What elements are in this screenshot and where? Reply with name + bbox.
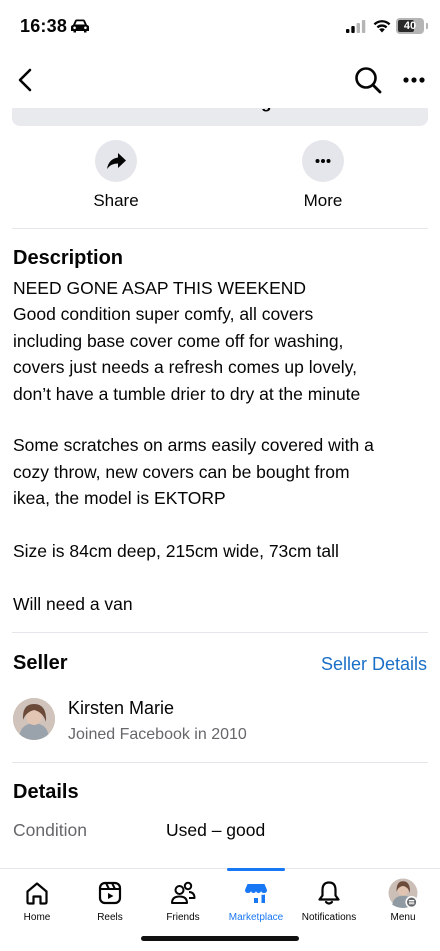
tab-menu[interactable]: Menu bbox=[366, 869, 440, 931]
share-arrow-icon bbox=[95, 140, 137, 182]
more-button[interactable]: More bbox=[278, 140, 368, 211]
share-button[interactable]: Share bbox=[71, 140, 161, 211]
description-line: NEED GONE ASAP THIS WEEKEND bbox=[13, 278, 307, 298]
divider bbox=[12, 632, 428, 633]
cellular-signal-icon bbox=[346, 20, 366, 33]
tab-marketplace-label: Marketplace bbox=[228, 912, 284, 923]
tab-marketplace[interactable]: Marketplace bbox=[219, 868, 293, 931]
tab-reels[interactable]: Reels bbox=[73, 869, 147, 931]
divider bbox=[12, 228, 428, 229]
description-line: Some scratches on arms easily covered wi… bbox=[13, 435, 374, 455]
search-icon[interactable] bbox=[352, 64, 384, 96]
seller-avatar[interactable] bbox=[13, 698, 55, 740]
more-label: More bbox=[303, 191, 343, 210]
active-tab-indicator bbox=[227, 868, 285, 871]
tab-reels-label: Reels bbox=[97, 912, 123, 923]
condition-label: Condition bbox=[13, 820, 87, 840]
description-line: ikea, the model is EKTORP bbox=[13, 488, 226, 508]
marketplace-icon bbox=[245, 884, 267, 903]
car-icon bbox=[71, 19, 89, 33]
friends-icon bbox=[171, 881, 196, 904]
condition-value: Used – good bbox=[166, 820, 266, 840]
tab-home[interactable]: Home bbox=[0, 869, 74, 931]
wifi-icon bbox=[373, 20, 391, 33]
ellipsis-icon bbox=[302, 140, 344, 182]
status-time: 16:38 bbox=[20, 16, 68, 36]
battery-icon: 40 bbox=[396, 18, 424, 34]
tab-friends-label: Friends bbox=[166, 912, 200, 923]
description-line: covers just needs a refresh comes up lov… bbox=[13, 357, 358, 377]
seller-name[interactable]: Kirsten Marie bbox=[68, 698, 174, 719]
share-label: Share bbox=[93, 191, 139, 210]
seller-joined-date: Joined Facebook in 2010 bbox=[68, 726, 247, 743]
status-bar: 16:38 40 bbox=[0, 0, 440, 52]
home-indicator[interactable] bbox=[141, 936, 299, 941]
description-line: including base cover come off for washin… bbox=[13, 331, 344, 351]
back-arrow-icon[interactable] bbox=[10, 64, 42, 96]
profile-avatar-icon bbox=[388, 878, 418, 908]
home-icon bbox=[26, 882, 48, 905]
tab-menu-label: Menu bbox=[390, 912, 416, 923]
battery-level: 40 bbox=[403, 20, 417, 32]
description-line: Size is 84cm deep, 215cm wide, 73cm tall bbox=[13, 541, 339, 561]
more-options-icon[interactable] bbox=[398, 64, 430, 96]
divider bbox=[12, 762, 428, 763]
tab-home-label: Home bbox=[23, 912, 51, 923]
top-nav bbox=[0, 52, 440, 108]
seller-title: Seller bbox=[13, 652, 68, 674]
description-line: cozy throw, new covers can be bought fro… bbox=[13, 462, 350, 482]
description-line: don’t have a tumble drier to dry at the … bbox=[13, 384, 361, 404]
bell-icon bbox=[318, 881, 340, 905]
reels-icon bbox=[98, 881, 122, 905]
tab-friends[interactable]: Friends bbox=[146, 869, 220, 931]
tab-notifications[interactable]: Notifications bbox=[292, 869, 366, 931]
tab-notifications-label: Notifications bbox=[301, 912, 357, 923]
description-line: Will need a van bbox=[13, 594, 133, 614]
details-title: Details bbox=[13, 781, 79, 803]
description-title: Description bbox=[13, 247, 124, 269]
seller-details-link[interactable]: Seller Details bbox=[321, 654, 427, 675]
description-line: Good condition super comfy, all covers bbox=[13, 304, 314, 324]
